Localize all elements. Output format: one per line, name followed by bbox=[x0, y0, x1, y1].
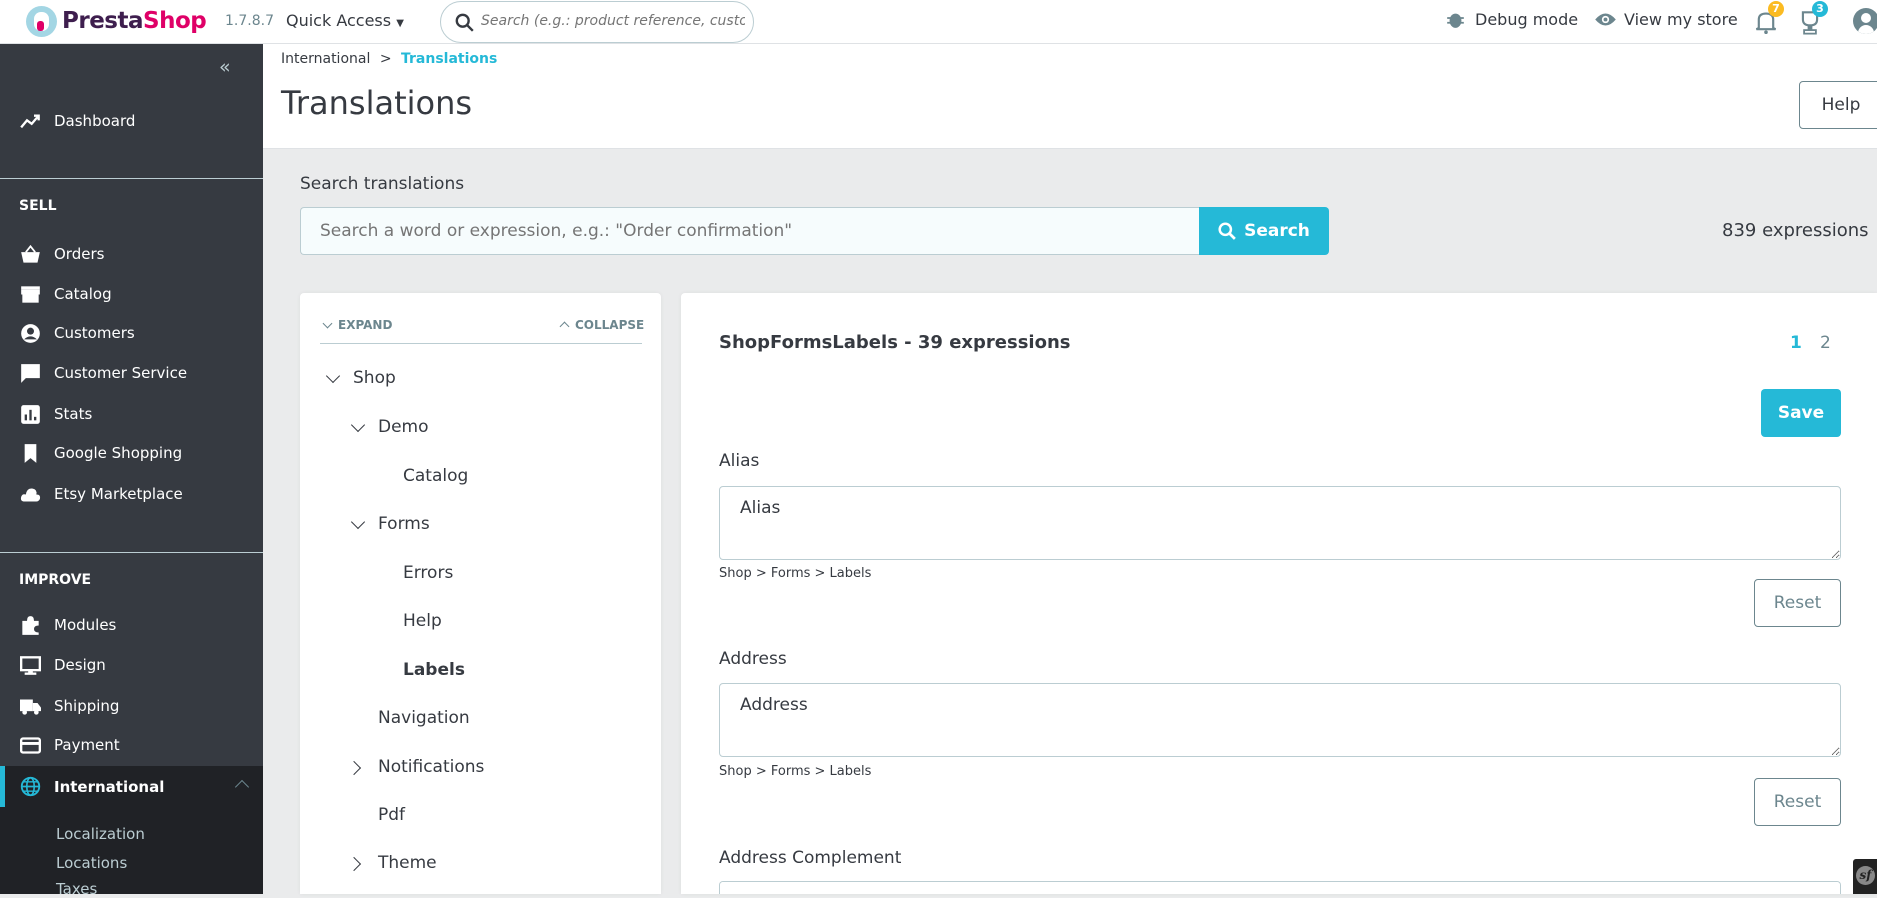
puzzle-icon bbox=[22, 615, 39, 635]
field-label-address-complement: Address Complement bbox=[719, 848, 902, 868]
search-button[interactable]: Search bbox=[1199, 207, 1329, 255]
global-search-input[interactable] bbox=[481, 13, 745, 29]
credit-card-icon bbox=[20, 736, 41, 754]
page-header: International > Translations Translation… bbox=[263, 44, 1877, 149]
basket-icon bbox=[21, 244, 40, 263]
debug-mode-link[interactable]: Debug mode bbox=[1446, 10, 1578, 29]
reset-button[interactable]: Reset bbox=[1754, 579, 1841, 627]
global-search bbox=[440, 1, 754, 43]
section-sell: SELL bbox=[19, 198, 57, 214]
international-submenu: International Localization Locations Tax… bbox=[0, 766, 263, 897]
tree-item-theme[interactable]: Theme bbox=[378, 853, 437, 873]
panel-title: ShopFormsLabels - 39 expressions bbox=[719, 332, 1071, 353]
user-avatar-icon[interactable] bbox=[1853, 8, 1877, 34]
prestashop-logo-icon[interactable] bbox=[26, 6, 57, 37]
expand-button[interactable]: EXPAND bbox=[320, 318, 392, 332]
tree-item-pdf[interactable]: Pdf bbox=[378, 805, 405, 825]
field-label-alias: Alias bbox=[719, 451, 760, 471]
sidebar-item-etsy-marketplace[interactable]: Etsy Marketplace bbox=[0, 474, 263, 514]
monitor-icon bbox=[20, 655, 41, 675]
divider bbox=[320, 343, 642, 344]
sidebar: « Dashboard SELL Orders Catalog Customer… bbox=[0, 44, 263, 897]
tree-item-navigation[interactable]: Navigation bbox=[378, 708, 470, 728]
sidebar-item-stats[interactable]: Stats bbox=[0, 394, 263, 434]
search-icon bbox=[1218, 222, 1236, 240]
brand-name[interactable]: PrestaShop bbox=[62, 6, 207, 36]
page-link-1[interactable]: 1 bbox=[1790, 333, 1802, 353]
sidebar-item-orders[interactable]: Orders bbox=[0, 234, 263, 274]
breadcrumb-international[interactable]: International bbox=[281, 51, 370, 67]
help-button[interactable]: Help bbox=[1799, 81, 1877, 129]
save-button[interactable]: Save bbox=[1761, 389, 1841, 437]
search-icon[interactable] bbox=[455, 13, 474, 32]
version-label: 1.7.8.7 bbox=[225, 13, 274, 29]
sidebar-item-google-shopping[interactable]: Google Shopping bbox=[0, 433, 263, 473]
reset-button[interactable]: Reset bbox=[1754, 778, 1841, 826]
search-translations-label: Search translations bbox=[300, 174, 465, 194]
translations-panel bbox=[681, 293, 1877, 894]
trending-up-icon bbox=[20, 114, 40, 128]
notifications-badge: 7 bbox=[1768, 1, 1784, 17]
expressions-count: 839 expressions bbox=[1722, 220, 1869, 241]
tree-item-errors[interactable]: Errors bbox=[403, 563, 453, 583]
field-label-address: Address bbox=[719, 649, 787, 669]
collapse-sidebar-icon[interactable]: « bbox=[219, 56, 231, 78]
field-path: Shop > Forms > Labels bbox=[719, 764, 872, 779]
account-circle-icon bbox=[21, 323, 40, 343]
symfony-toolbar-toggle[interactable]: sf bbox=[1853, 859, 1877, 894]
address-textarea[interactable]: Address bbox=[719, 683, 1841, 757]
sidebar-item-modules[interactable]: Modules bbox=[0, 605, 263, 645]
globe-icon bbox=[20, 776, 41, 797]
view-store-link[interactable]: View my store bbox=[1594, 10, 1738, 29]
tree-item-notifications[interactable]: Notifications bbox=[378, 757, 484, 777]
chevron-down-icon bbox=[322, 318, 333, 329]
divider bbox=[0, 552, 263, 553]
tree-item-demo[interactable]: Demo bbox=[378, 417, 429, 437]
sidebar-item-catalog[interactable]: Catalog bbox=[0, 274, 263, 314]
address-complement-textarea[interactable] bbox=[719, 881, 1841, 894]
field-path: Shop > Forms > Labels bbox=[719, 566, 872, 581]
sidebar-item-payment[interactable]: Payment bbox=[0, 725, 263, 765]
page-title: Translations bbox=[281, 84, 473, 122]
trophy-badge: 3 bbox=[1812, 1, 1828, 17]
cloud-icon bbox=[20, 488, 41, 501]
bookmark-icon bbox=[24, 443, 37, 463]
sidebar-subitem-localization[interactable]: Localization bbox=[56, 827, 145, 842]
section-improve: IMPROVE bbox=[19, 572, 92, 588]
sidebar-item-design[interactable]: Design bbox=[0, 645, 263, 685]
alias-textarea[interactable]: Alias bbox=[719, 486, 1841, 560]
sidebar-item-customers[interactable]: Customers bbox=[0, 313, 263, 353]
bar-chart-icon bbox=[21, 404, 40, 424]
breadcrumb: International > Translations bbox=[281, 51, 498, 67]
tree-item-catalog[interactable]: Catalog bbox=[403, 466, 468, 486]
bug-icon bbox=[1447, 13, 1464, 28]
store-icon bbox=[21, 285, 40, 303]
sidebar-item-dashboard[interactable]: Dashboard bbox=[0, 101, 263, 141]
chat-icon bbox=[21, 363, 40, 383]
breadcrumb-translations: Translations bbox=[401, 51, 498, 67]
caret-down-icon: ▼ bbox=[396, 18, 404, 29]
tree-item-help[interactable]: Help bbox=[403, 611, 442, 631]
sidebar-subitem-taxes[interactable]: Taxes bbox=[56, 882, 97, 897]
collapse-button[interactable]: COLLAPSE bbox=[557, 318, 644, 332]
sidebar-item-customer-service[interactable]: Customer Service bbox=[0, 353, 263, 393]
tree-item-forms[interactable]: Forms bbox=[378, 514, 430, 534]
quick-access-dropdown[interactable]: Quick Access ▼ bbox=[286, 11, 404, 30]
sidebar-item-shipping[interactable]: Shipping bbox=[0, 686, 263, 726]
search-translations-input[interactable] bbox=[300, 207, 1200, 255]
page-link-2[interactable]: 2 bbox=[1820, 333, 1831, 353]
tree-item-shop[interactable]: Shop bbox=[353, 368, 396, 388]
top-header: PrestaShop 1.7.8.7 Quick Access ▼ Debug … bbox=[0, 0, 1877, 44]
tree-item-labels[interactable]: Labels bbox=[403, 660, 465, 680]
notifications-button[interactable]: 7 bbox=[1755, 1, 1784, 36]
chevron-up-icon bbox=[559, 321, 570, 332]
sidebar-item-international[interactable]: International bbox=[0, 766, 263, 807]
sidebar-subitem-locations[interactable]: Locations bbox=[56, 856, 127, 871]
eye-icon bbox=[1595, 13, 1616, 26]
divider bbox=[0, 178, 263, 179]
trophy-button[interactable]: 3 bbox=[1798, 1, 1828, 36]
symfony-icon: sf bbox=[1856, 866, 1875, 885]
truck-icon bbox=[20, 699, 41, 715]
